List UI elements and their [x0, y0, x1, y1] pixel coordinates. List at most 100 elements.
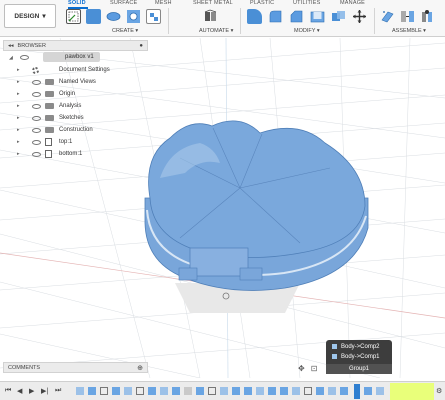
look-at-icon[interactable]: ⊡ — [311, 364, 318, 373]
visibility-eye-icon[interactable] — [32, 103, 41, 109]
step-back-icon[interactable]: ◀ — [17, 387, 22, 395]
popup-item[interactable]: Body->Comp1 — [326, 351, 392, 362]
expand-arrow-icon[interactable]: ▸ — [17, 79, 20, 85]
timeline-feature[interactable] — [328, 387, 336, 395]
tab-manage[interactable]: MANAGE — [340, 0, 365, 6]
extrude-icon[interactable] — [86, 9, 101, 24]
tree-root[interactable]: ◢ pawbox v1 — [3, 51, 148, 64]
tab-plastic[interactable]: PLASTIC — [250, 0, 274, 6]
visibility-eye-icon[interactable] — [32, 127, 41, 133]
step-forward-icon[interactable]: ▶| — [41, 387, 48, 395]
hole-icon[interactable] — [126, 9, 141, 24]
hinge-plate[interactable] — [189, 247, 249, 277]
visibility-eye-icon[interactable] — [32, 151, 41, 157]
visibility-eye-icon[interactable] — [32, 79, 41, 85]
move-icon[interactable] — [352, 9, 367, 24]
new-component-icon[interactable] — [380, 9, 395, 24]
timeline-feature[interactable] — [88, 387, 96, 395]
joint-icon[interactable] — [400, 9, 415, 24]
new-sketch-icon[interactable] — [66, 9, 81, 24]
timeline-settings-icon[interactable]: ⚙ — [436, 387, 442, 395]
tab-mesh[interactable]: MESH — [155, 0, 172, 6]
hinge-knuckle-right[interactable] — [239, 267, 263, 281]
timeline-feature[interactable] — [112, 387, 120, 395]
browser-header[interactable]: ◂◂ BROWSER ● — [3, 40, 148, 51]
go-to-start-icon[interactable]: ⏮ — [5, 387, 11, 395]
popup-group-header[interactable]: Group1 — [326, 364, 392, 374]
timeline-feature[interactable] — [124, 387, 132, 395]
pattern-icon[interactable] — [146, 9, 161, 24]
group-automate[interactable]: AUTOMATE ▾ — [199, 28, 233, 34]
visibility-eye-icon[interactable] — [20, 55, 29, 60]
workspace-switcher[interactable]: DESIGN ▾ — [4, 4, 56, 28]
hinge-knuckle-left[interactable] — [178, 267, 198, 281]
expand-arrow-icon[interactable]: ▸ — [17, 127, 20, 133]
play-icon[interactable]: ▶ — [29, 387, 34, 395]
as-built-joint-icon[interactable] — [420, 9, 435, 24]
timeline-sketch[interactable] — [136, 387, 144, 395]
tree-item-named-views[interactable]: ▸ Named Views — [3, 76, 148, 88]
tab-surface[interactable]: SURFACE — [110, 0, 137, 6]
timeline-feature[interactable] — [220, 387, 228, 395]
timeline-marker[interactable] — [354, 384, 360, 399]
timeline-feature[interactable] — [148, 387, 156, 395]
add-comment-icon[interactable]: ⊕ — [137, 364, 143, 372]
expand-arrow-icon[interactable]: ▸ — [17, 67, 20, 73]
tree-item-construction[interactable]: ▸ Construction — [3, 124, 148, 136]
go-to-end-icon[interactable]: ⏭ — [55, 387, 61, 395]
visibility-eye-icon[interactable] — [32, 139, 41, 145]
tree-item-origin[interactable]: ▸ Origin — [3, 88, 148, 100]
fillet-icon[interactable] — [268, 9, 283, 24]
collapse-arrow-icon[interactable]: ◢ — [9, 55, 13, 61]
tree-item-bottom-component[interactable]: ▸ bottom:1 — [3, 148, 148, 160]
automate-icon[interactable] — [203, 9, 218, 24]
popup-item[interactable]: Body->Comp2 — [326, 340, 392, 351]
tree-item-document-settings[interactable]: ▸ Document Settings — [3, 64, 148, 76]
timeline-sketch[interactable] — [304, 387, 312, 395]
timeline-feature[interactable] — [196, 387, 204, 395]
comments-panel[interactable]: COMMENTS ⊕ — [3, 362, 148, 373]
pin-icon[interactable]: ● — [139, 43, 143, 49]
timeline-feature[interactable] — [76, 387, 84, 395]
timeline-feature[interactable] — [232, 387, 240, 395]
combine-icon[interactable] — [331, 9, 346, 24]
group-assemble[interactable]: ASSEMBLE ▾ — [392, 28, 426, 34]
tab-solid[interactable]: SOLID — [68, 0, 86, 6]
timeline-feature[interactable] — [280, 387, 288, 395]
timeline-feature[interactable] — [172, 387, 180, 395]
timeline-feature[interactable] — [268, 387, 276, 395]
tab-sheet-metal[interactable]: SHEET METAL — [193, 0, 233, 6]
expand-arrow-icon[interactable]: ▸ — [17, 91, 20, 97]
press-pull-icon[interactable] — [247, 9, 262, 24]
root-document-pill[interactable]: pawbox v1 — [43, 52, 100, 62]
group-modify[interactable]: MODIFY ▾ — [294, 28, 320, 34]
orbit-icon[interactable]: ✥ — [298, 364, 305, 373]
timeline-feature[interactable] — [244, 387, 252, 395]
timeline-sketch[interactable] — [100, 387, 108, 395]
tree-item-analysis[interactable]: ▸ Analysis — [3, 100, 148, 112]
visibility-eye-icon[interactable] — [32, 91, 41, 97]
tab-utilities[interactable]: UTILITIES — [293, 0, 320, 6]
chamfer-icon[interactable] — [289, 9, 304, 24]
expand-arrow-icon[interactable]: ▸ — [17, 139, 20, 145]
timeline-feature[interactable] — [184, 387, 192, 395]
timeline-sketch[interactable] — [208, 387, 216, 395]
timeline-feature[interactable] — [316, 387, 324, 395]
expand-arrow-icon[interactable]: ▸ — [17, 103, 20, 109]
timeline-group-highlight[interactable] — [390, 383, 434, 400]
shell-icon[interactable] — [310, 9, 325, 24]
tree-item-sketches[interactable]: ▸ Sketches — [3, 112, 148, 124]
timeline-feature[interactable] — [160, 387, 168, 395]
timeline-feature[interactable] — [340, 387, 348, 395]
timeline-feature[interactable] — [364, 387, 372, 395]
visibility-eye-icon[interactable] — [32, 115, 41, 121]
revolve-icon[interactable] — [106, 9, 121, 24]
timeline-feature[interactable] — [292, 387, 300, 395]
expand-arrow-icon[interactable]: ▸ — [17, 115, 20, 121]
timeline-feature[interactable] — [256, 387, 264, 395]
timeline-feature[interactable] — [376, 387, 384, 395]
collapse-icon[interactable]: ◂◂ — [8, 43, 14, 49]
tree-item-top-component[interactable]: ▸ top:1 — [3, 136, 148, 148]
expand-arrow-icon[interactable]: ▸ — [17, 151, 20, 157]
group-create[interactable]: CREATE ▾ — [112, 28, 138, 34]
